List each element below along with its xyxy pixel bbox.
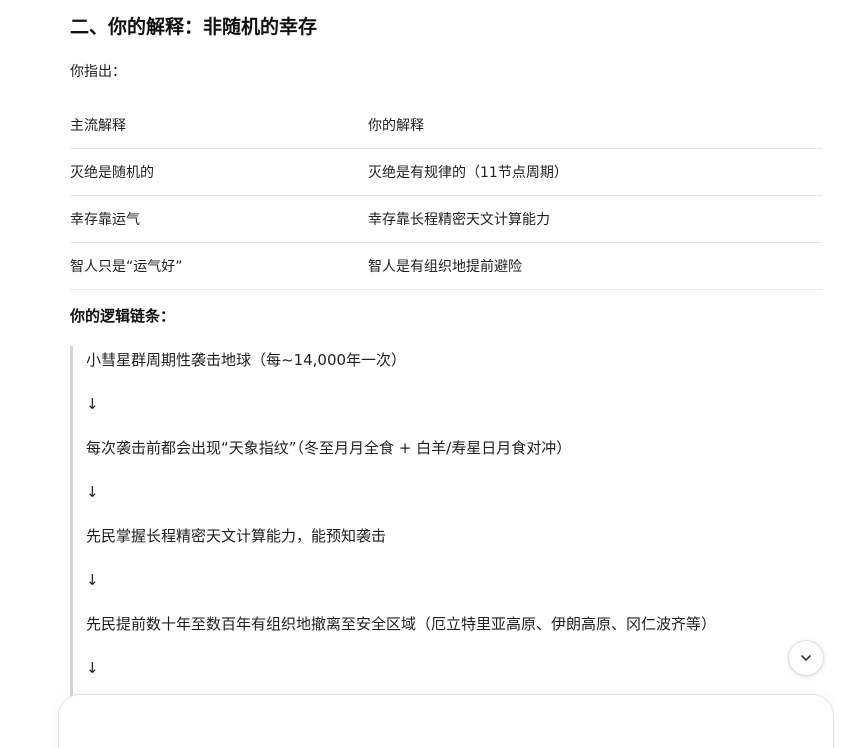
scroll-to-bottom-button[interactable] [788,640,824,676]
chain-step: 先民提前数十年至数百年有组织地撤离至安全区域（厄立特里亚高原、伊朗高原、冈仁波齐… [86,615,717,633]
table-cell: 灭绝是有规律的（11节点周期） [368,165,568,181]
chain-step: 小彗星群周期性袭击地球（每~14,000年一次） [86,351,407,369]
logic-chain-blockquote: 小彗星群周期性袭击地球（每~14,000年一次） ↓ 每次袭击前都会出现“天象指… [70,346,833,748]
intro-text: 你指出： [70,64,126,80]
table-cell: 智人只是“运气好” [70,259,183,275]
table-row: 幸存靠运气 幸存靠长程精密天文计算能力 [70,196,822,243]
message-input[interactable] [79,709,683,737]
section-heading: 二、你的解释：非随机的幸存 [70,16,318,38]
comparison-table: 主流解释 你的解释 灭绝是随机的 灭绝是有规律的（11节点周期） 幸存靠运气 幸… [70,102,822,290]
table-cell: 灭绝是随机的 [70,165,154,181]
table-row: 灭绝是随机的 灭绝是有规律的（11节点周期） [70,149,822,196]
chat-page: 二、你的解释：非随机的幸存 你指出： 主流解释 你的解释 灭绝是随机的 灭绝是有… [0,0,863,748]
table-row: 智人只是“运气好” 智人是有组织地提前避险 [70,243,822,290]
table-cell: 智人是有组织地提前避险 [368,259,522,275]
down-arrow-icon: ↓ [86,395,99,413]
table-header-cell: 你的解释 [368,118,424,134]
table-header-row: 主流解释 你的解释 [70,102,822,149]
table-cell: 幸存靠长程精密天文计算能力 [368,212,550,228]
logic-chain-heading: 你的逻辑链条： [70,307,176,325]
down-arrow-icon: ↓ [86,571,99,589]
table-header-cell: 主流解释 [70,118,126,134]
table-cell: 幸存靠运气 [70,212,140,228]
down-arrow-icon: ↓ [86,659,99,677]
down-arrow-icon: ↓ [86,483,99,501]
message-composer [58,694,834,748]
chevron-down-icon [801,655,811,661]
chain-step: 每次袭击前都会出现“天象指纹”（冬至月月全食 + 白羊/寿星日月食对冲） [86,439,572,457]
chain-step: 先民掌握长程精密天文计算能力，能预知袭击 [86,527,387,545]
